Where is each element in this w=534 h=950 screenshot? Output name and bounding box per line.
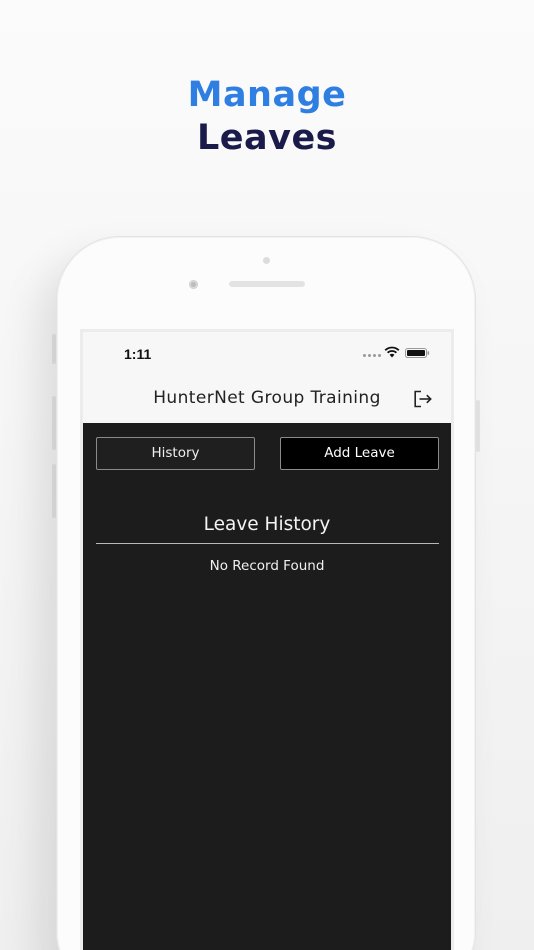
phone-sensor	[263, 257, 270, 264]
history-button[interactable]: History	[96, 437, 255, 470]
section-divider	[96, 543, 439, 544]
section-title: Leave History	[203, 514, 331, 535]
battery-icon	[405, 348, 430, 358]
add-leave-button[interactable]: Add Leave	[280, 437, 439, 470]
phone-speaker	[229, 281, 305, 287]
wifi-icon	[384, 346, 400, 358]
promo-headline: Manage Leaves	[0, 74, 534, 160]
nav-title: HunterNet Group Training	[153, 388, 381, 408]
promo-line-2: Leaves	[196, 118, 338, 158]
empty-state-message: No Record Found	[209, 558, 325, 574]
status-time: 1:11	[124, 346, 152, 362]
cellular-signal-icon	[363, 354, 381, 357]
phone-power-button	[476, 400, 480, 452]
logout-icon[interactable]	[413, 390, 433, 408]
content-area: History Add Leave Leave History No Recor…	[83, 423, 451, 950]
phone-camera	[189, 280, 198, 289]
nav-bar: HunterNet Group Training	[83, 376, 451, 423]
promo-line-1: Manage	[187, 75, 347, 115]
app-screen: 1:11 HunterNet Group Training History Ad…	[80, 329, 454, 950]
status-bar: 1:11	[83, 332, 451, 376]
